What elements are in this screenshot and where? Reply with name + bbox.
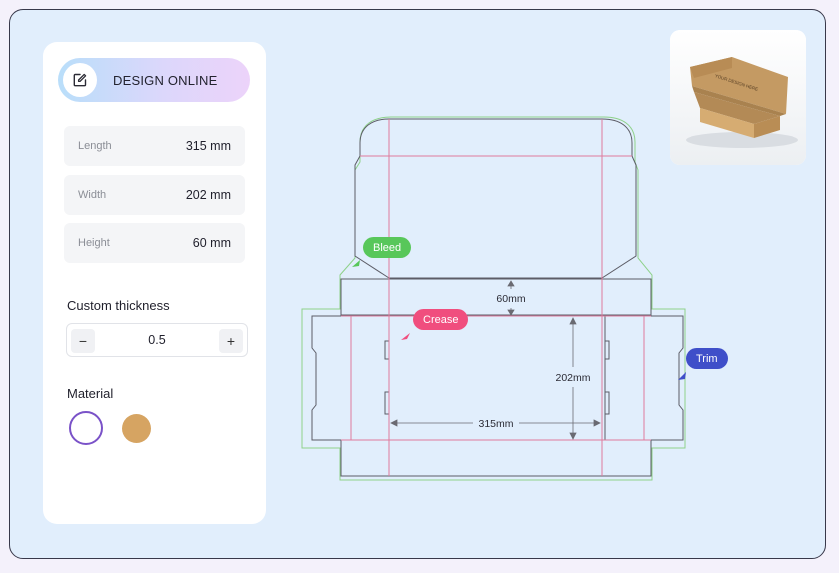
app-frame: DESIGN ONLINE Length 315 mm Width 202 mm…: [9, 9, 826, 559]
height-dimension-label: 60mm: [496, 293, 525, 305]
mailer-box-preview: YOUR DESIGN HERE: [670, 30, 806, 165]
crease-pointer-icon: [401, 333, 410, 340]
length-dimension-label: 315mm: [478, 418, 513, 430]
bleed-tag: Bleed: [363, 237, 412, 258]
trim-tag: Trim: [686, 348, 728, 369]
crease-tag: Crease: [413, 309, 469, 330]
bleed-pointer-icon: [352, 260, 360, 267]
box-preview-thumbnail[interactable]: YOUR DESIGN HERE: [670, 30, 806, 165]
width-dimension-label: 202mm: [555, 372, 590, 384]
